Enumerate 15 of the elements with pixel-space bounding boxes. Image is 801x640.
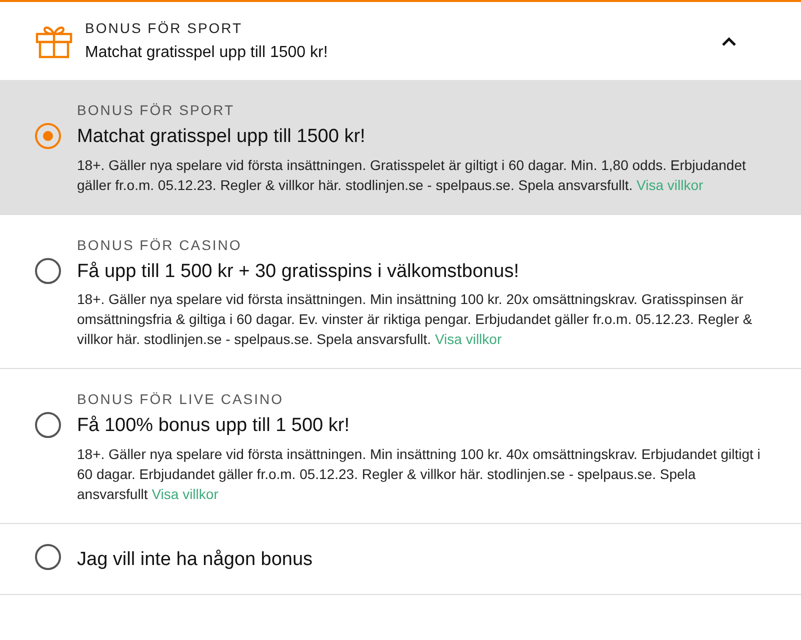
option-description: 18+. Gäller nya spelare vid första insättningen. Min insättning 100 kr. 20x omsättningskrav. Gratisspinsen är omsättningsfria & giltiga i 60 dagar. Ev. vinster är riktiga pengar. Erbjudandet gäller fr.o.m. 05.12.23. Regler & villkor här. stodlinjen.se - spelpaus.se. Spela ansvarsfullt. Visa villkor bbox=[77, 290, 754, 349]
terms-link[interactable]: Visa villkor bbox=[152, 486, 218, 502]
terms-link[interactable]: Visa villkor bbox=[636, 176, 704, 192]
option-label: BONUS FÖR CASINO bbox=[77, 236, 243, 254]
option-label: BONUS FÖR SPORT bbox=[77, 101, 236, 120]
option-description: 18+. Gäller nya spelare vid första insättningen. Gratisspelet är giltigt i 60 dagar. Min. 1,80 odds. Erbjudandet gäller fr.o.m. 05.12.23. Regler & villkor här. stodlinjen.se - spelpaus.se. Spela ansvarsfullt. Visa villkor bbox=[77, 156, 747, 194]
option-title: Få upp till 1 500 kr + 30 gratisspins i välkomstbonus! bbox=[77, 260, 520, 284]
option-description: 18+. Gäller nya spelare vid första insättningen. Min insättning 100 kr. 40x omsättningskrav. Erbjudandet giltigt i 60 dagar. Erbjudandet gäller fr.o.m. 05.12.23. Regler & villkor här. stodlinjen.se - spelpaus.se. Spela ansvarsfullt Visa villkor bbox=[77, 444, 761, 504]
option-title: Jag vill inte ha någon bonus bbox=[77, 548, 314, 572]
terms-link[interactable]: Visa villkor bbox=[434, 331, 502, 347]
header-label: BONUS FÖR SPORT bbox=[85, 18, 244, 38]
option-label: BONUS FÖR LIVE CASINO bbox=[77, 390, 285, 409]
option-title: Matchat gratisspel upp till 1500 kr! bbox=[77, 125, 366, 149]
header-title: Matchat gratisspel upp till 1500 kr! bbox=[85, 42, 329, 62]
option-title: Få 100% bonus upp till 1 500 kr! bbox=[77, 414, 351, 438]
